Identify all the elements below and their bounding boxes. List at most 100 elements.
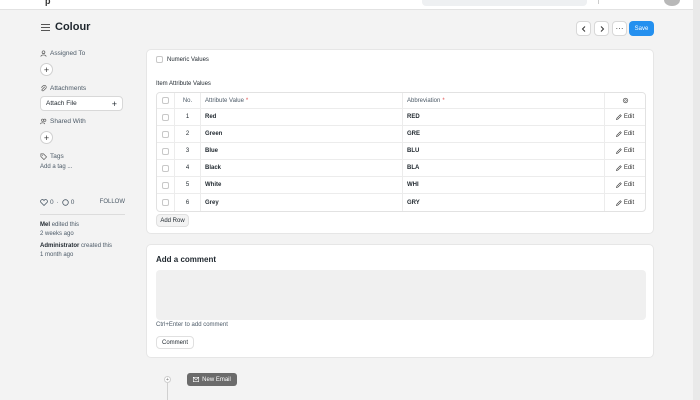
tag-icon	[40, 153, 47, 160]
likes-count: 0	[50, 198, 54, 206]
app-logo[interactable]: p	[45, 0, 51, 6]
add-row-button[interactable]: Add Row	[156, 214, 189, 227]
pencil-icon	[615, 182, 622, 188]
table-header-row: No. Attribute Value * Abbreviation *	[157, 93, 645, 109]
comment-input[interactable]	[156, 270, 646, 320]
tags-label: Tags	[50, 153, 64, 160]
activity-user[interactable]: Administrator	[40, 243, 79, 249]
page-title: Colour	[55, 21, 91, 33]
table-row[interactable]: 4 Black BLA Edit	[157, 160, 645, 177]
numeric-values-label: Numeric Values	[167, 56, 209, 63]
more-actions-button[interactable]: ···	[612, 21, 627, 36]
activity-user[interactable]: Mel	[40, 222, 50, 228]
add-assignee-button[interactable]: +	[40, 63, 53, 76]
sidebar-toggle-icon[interactable]	[41, 24, 50, 32]
shared-with-label: Shared With	[50, 118, 86, 125]
assigned-to-section: Assigned To	[40, 49, 125, 58]
table-row[interactable]: 1 Red RED Edit	[157, 109, 645, 126]
dot-separator: ·	[56, 198, 59, 206]
activity-time: 1 month ago	[40, 252, 74, 258]
heart-icon[interactable]	[40, 198, 48, 206]
plus-icon: +	[111, 98, 117, 109]
previous-doc-button[interactable]	[576, 21, 591, 36]
table-row[interactable]: 5 White WHI Edit	[157, 177, 645, 194]
pencil-icon	[615, 131, 622, 137]
attribute-value-cell[interactable]: Green	[201, 126, 403, 142]
row-checkbox[interactable]	[162, 147, 169, 155]
select-all-checkbox[interactable]	[162, 97, 169, 104]
users-icon	[40, 118, 47, 125]
sidebar-divider	[40, 214, 125, 215]
row-select-cell	[157, 126, 175, 142]
row-select-cell	[157, 109, 175, 125]
edit-label: Edit	[623, 114, 635, 120]
activity-text: Mel edited this	[40, 221, 125, 230]
window-edge	[693, 0, 700, 400]
row-checkbox[interactable]	[162, 130, 169, 138]
awesomebar-search-input[interactable]	[422, 0, 587, 6]
pencil-icon	[615, 148, 622, 154]
attribute-value-cell[interactable]: Black	[201, 160, 403, 176]
shared-with-section: Shared With	[40, 117, 125, 126]
add-tag-link[interactable]: Add a tag ...	[40, 164, 125, 170]
gear-icon	[622, 97, 628, 104]
numeric-values-field: Numeric Values	[156, 56, 209, 63]
attribute-value-cell[interactable]: Red	[201, 109, 403, 125]
comment-title: Add a comment	[156, 255, 217, 264]
header-cell-attribute-value: Attribute Value *	[201, 93, 403, 108]
column-label: Abbreviation	[407, 97, 441, 104]
abbreviation-cell[interactable]: BLA	[403, 160, 605, 176]
assigned-to-label: Assigned To	[50, 50, 86, 57]
attribute-value-cell[interactable]: White	[201, 177, 403, 193]
edit-label: Edit	[623, 182, 635, 188]
abbreviation-cell[interactable]: RED	[403, 109, 605, 125]
comments-count: 0	[70, 198, 75, 206]
row-checkbox[interactable]	[162, 113, 169, 121]
activity-item: Mel edited this 2 weeks ago	[40, 221, 125, 239]
row-checkbox[interactable]	[162, 199, 169, 206]
numeric-values-checkbox[interactable]	[156, 56, 163, 63]
attach-file-button[interactable]: Attach File +	[40, 96, 123, 111]
pencil-icon	[615, 199, 622, 206]
edit-row-button[interactable]: Edit	[605, 160, 645, 176]
chevron-left-icon	[581, 25, 585, 32]
attachments-section: Attachments	[40, 84, 125, 93]
add-share-button[interactable]: +	[40, 131, 53, 144]
row-select-cell	[157, 177, 175, 193]
header-cell-settings[interactable]	[605, 93, 645, 108]
edit-row-button[interactable]: Edit	[605, 177, 645, 193]
edit-row-button[interactable]: Edit	[605, 143, 645, 159]
more-icon: ···	[615, 24, 624, 33]
row-checkbox[interactable]	[162, 164, 169, 172]
row-number: 1	[175, 109, 201, 125]
table-row[interactable]: 2 Green GRE Edit	[157, 126, 645, 143]
paperclip-icon	[41, 85, 47, 92]
comment-icon[interactable]	[62, 198, 69, 206]
required-indicator: *	[245, 97, 249, 104]
header-cell-no: No.	[175, 93, 201, 108]
comment-button[interactable]: Comment	[156, 336, 194, 349]
abbreviation-cell[interactable]: BLU	[403, 143, 605, 159]
edit-row-button[interactable]: Edit	[605, 126, 645, 142]
new-email-button[interactable]: New Email	[187, 373, 237, 386]
tags-section: Tags	[40, 152, 125, 161]
attribute-value-cell[interactable]: Blue	[201, 143, 403, 159]
abbreviation-cell[interactable]: GRY	[403, 194, 605, 211]
next-doc-button[interactable]	[594, 21, 609, 36]
follow-button[interactable]: FOLLOW	[100, 199, 125, 205]
abbreviation-cell[interactable]: WHI	[403, 177, 605, 193]
edit-row-button[interactable]: Edit	[605, 109, 645, 125]
row-checkbox[interactable]	[162, 181, 169, 189]
table-row[interactable]: 3 Blue BLU Edit	[157, 143, 645, 160]
save-button[interactable]: Save	[629, 21, 654, 36]
edit-row-button[interactable]: Edit	[605, 194, 645, 211]
table-row[interactable]: 6 Grey GRY Edit	[157, 194, 645, 211]
timeline-dot: +	[164, 376, 171, 383]
user-avatar[interactable]	[664, 0, 680, 6]
attribute-value-cell[interactable]: Grey	[201, 194, 403, 211]
navbar-separator	[598, 0, 599, 4]
row-number: 5	[175, 177, 201, 193]
chevron-right-icon	[600, 25, 604, 32]
abbreviation-cell[interactable]: GRE	[403, 126, 605, 142]
user-icon	[40, 50, 47, 57]
